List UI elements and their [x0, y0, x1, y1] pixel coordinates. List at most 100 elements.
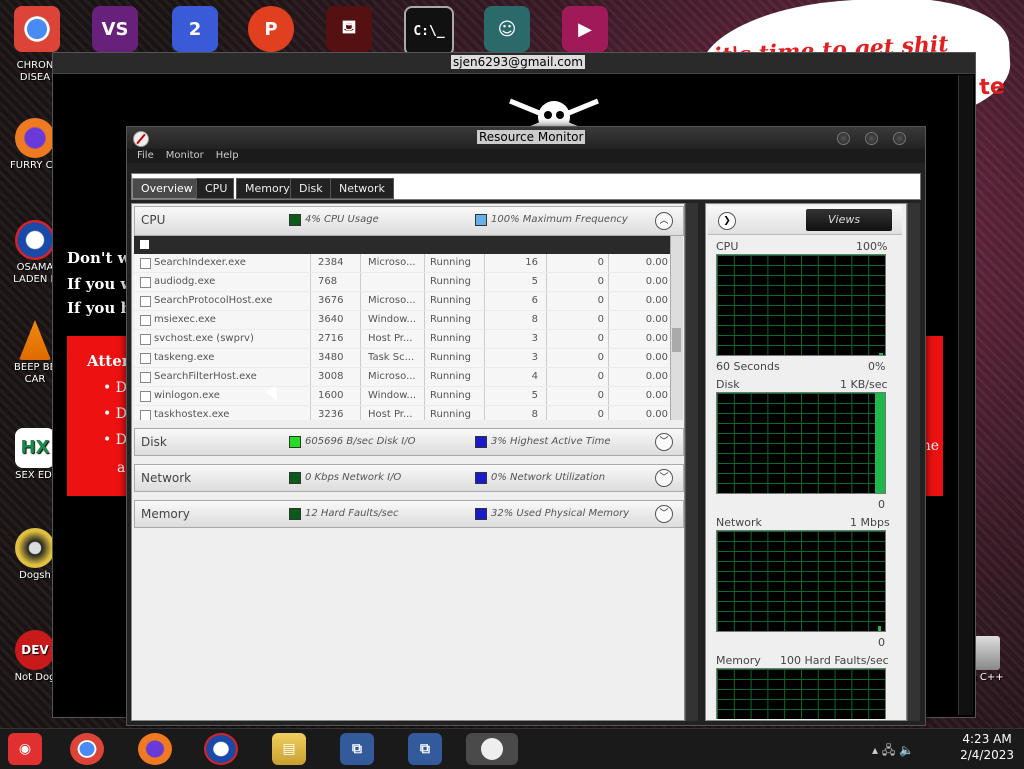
cell-desc: Microso...: [368, 295, 416, 306]
table-row[interactable]: taskhostex.exe 3236 Host Pr... Running 8 0 0.0…: [134, 406, 670, 420]
column-separator: [608, 311, 609, 329]
cell-status: Running: [430, 257, 471, 268]
cpu-graph-label: CPU: [716, 240, 739, 253]
taskbar-firefox-icon[interactable]: [138, 733, 172, 765]
expand-chevron-icon[interactable]: ﹀: [655, 469, 673, 487]
cell-threads: 5: [531, 276, 538, 287]
table-row[interactable]: winlogon.exe 1600 Window... Running 5 0 0.00: [134, 387, 670, 406]
taskbar-installer-icon[interactable]: ⧉: [408, 733, 442, 765]
video-icon[interactable]: ▶: [562, 6, 608, 52]
cpu-graph-footer-left: 60 Seconds: [716, 360, 780, 373]
tab-network[interactable]: Network: [330, 178, 394, 199]
taskbar-resource-monitor-icon[interactable]: [466, 733, 518, 765]
cell-image: taskhostex.exe: [154, 409, 230, 420]
cell-image: msiexec.exe: [154, 314, 216, 325]
column-separator: [360, 311, 361, 329]
column-separator: [484, 406, 485, 420]
collapse-chevron-icon[interactable]: ︿: [655, 212, 673, 230]
menu-monitor[interactable]: Monitor: [166, 149, 204, 163]
menu-help[interactable]: Help: [216, 149, 239, 163]
ransom-window-titlebar[interactable]: sjen6293@gmail.com: [53, 53, 975, 74]
table-row[interactable]: msiexec.exe 3640 Window... Running 8 0 0.00: [134, 311, 670, 330]
section-title: Network: [141, 471, 192, 485]
clock[interactable]: 4:23 AM 2/4/2023: [960, 731, 1014, 763]
row-checkbox[interactable]: [140, 296, 151, 307]
cpu-process-table: SearchIndexer.exe 2384 Microso... Running 16…: [134, 236, 670, 420]
cell-desc: Microso...: [368, 371, 416, 382]
rm-titlebar[interactable]: Resource Monitor: [127, 127, 925, 149]
taskbar-installer-icon[interactable]: ⧉: [340, 733, 374, 765]
select-all-checkbox[interactable]: [140, 240, 149, 249]
expand-chevron-icon[interactable]: ﹀: [655, 505, 673, 523]
table-row[interactable]: svchost.exe (swprv) 2716 Host Pr... Running…: [134, 330, 670, 349]
tab-disk[interactable]: Disk: [290, 178, 332, 199]
row-checkbox[interactable]: [140, 372, 151, 383]
column-separator: [608, 368, 609, 386]
graphs-scrollbar[interactable]: [907, 203, 920, 721]
visual-studio-icon[interactable]: VS: [92, 6, 138, 52]
column-separator: [484, 292, 485, 310]
row-checkbox[interactable]: [140, 334, 151, 345]
p-ball-icon[interactable]: P: [248, 6, 294, 52]
row-checkbox[interactable]: [140, 277, 151, 288]
cpu-frequency-swatch: [475, 214, 487, 226]
taskbar-obama-icon[interactable]: [204, 733, 238, 765]
row-checkbox[interactable]: [140, 315, 151, 326]
network-icon[interactable]: 🖧: [882, 743, 895, 757]
taskbar-explorer-icon[interactable]: ▤: [272, 733, 306, 765]
show-hidden-icons-icon[interactable]: ▴: [872, 743, 878, 757]
network-section-header[interactable]: Network 0 Kbps Network I/O 0% Network Ut…: [134, 464, 684, 492]
cell-desc: Host Pr...: [368, 409, 413, 420]
cell-threads: 6: [531, 295, 538, 306]
red-bird-icon[interactable]: ⛾: [326, 6, 372, 52]
row-checkbox[interactable]: [140, 353, 151, 364]
taskbar-chrome-icon[interactable]: [70, 733, 104, 765]
column-separator: [608, 387, 609, 405]
menu-file[interactable]: File: [137, 149, 154, 163]
column-separator: [360, 273, 361, 291]
maximize-button[interactable]: [865, 132, 878, 145]
resource-monitor-window[interactable]: Resource Monitor File Monitor Help Overv…: [126, 126, 926, 726]
disk-graph-label: Disk: [716, 378, 740, 391]
table-row[interactable]: audiodg.exe 768 Running 5 0 0.00: [134, 273, 670, 292]
table-row[interactable]: SearchFilterHost.exe 3008 Microso... Runnin…: [134, 368, 670, 387]
disk-section-header[interactable]: Disk 605696 B/sec Disk I/O 3% Highest Ac…: [134, 428, 684, 456]
graphs-toolbar: ❯ Views: [708, 206, 902, 235]
cpu-graph-level: [879, 353, 883, 355]
start-button[interactable]: ◉: [8, 733, 42, 765]
table-row[interactable]: taskeng.exe 3480 Task Sc... Running 3 0 0.00: [134, 349, 670, 368]
overview-scrollbar[interactable]: [685, 203, 698, 721]
cpu-frequency-stat: 100% Maximum Frequency: [491, 214, 628, 225]
row-checkbox[interactable]: [140, 391, 151, 402]
dogsh-icon: [15, 528, 55, 568]
row-checkbox[interactable]: [140, 410, 151, 420]
disk-active-swatch: [475, 436, 487, 448]
column-separator: [608, 292, 609, 310]
column-separator: [310, 406, 311, 420]
cell-pid: 3236: [318, 409, 344, 420]
volume-icon[interactable]: 🔈: [899, 743, 914, 757]
ransom-scrollbar[interactable]: [958, 75, 973, 715]
table-row[interactable]: SearchIndexer.exe 2384 Microso... Running 16…: [134, 254, 670, 273]
expand-chevron-icon[interactable]: ﹀: [655, 433, 673, 451]
cpu-table-scrollbar[interactable]: [670, 236, 683, 420]
views-button[interactable]: Views: [806, 209, 892, 231]
expand-arrow-icon[interactable]: ❯: [718, 212, 736, 230]
tab-overview[interactable]: Overview: [132, 178, 202, 199]
cpu-section-header[interactable]: CPU 4% CPU Usage 100% Maximum Frequency …: [134, 206, 684, 236]
table-row[interactable]: SearchProtocolHost.exe 3676 Microso... Runn…: [134, 292, 670, 311]
mascot-icon[interactable]: ☺: [484, 6, 530, 52]
close-button[interactable]: [893, 132, 906, 145]
cpu-usage-stat: 4% CPU Usage: [305, 214, 379, 225]
column-separator: [608, 254, 609, 272]
memory-section-header[interactable]: Memory 12 Hard Faults/sec 32% Used Physi…: [134, 500, 684, 528]
cmd-icon[interactable]: C:\_: [404, 6, 454, 56]
speech-tail-text: te: [978, 74, 1006, 101]
row-checkbox[interactable]: [140, 258, 151, 269]
column-separator: [546, 254, 547, 272]
number-two-icon[interactable]: 2: [172, 6, 218, 52]
minimize-button[interactable]: [837, 132, 850, 145]
cell-threads: 8: [531, 314, 538, 325]
tab-cpu[interactable]: CPU: [196, 178, 234, 199]
scroll-thumb[interactable]: [672, 328, 681, 352]
